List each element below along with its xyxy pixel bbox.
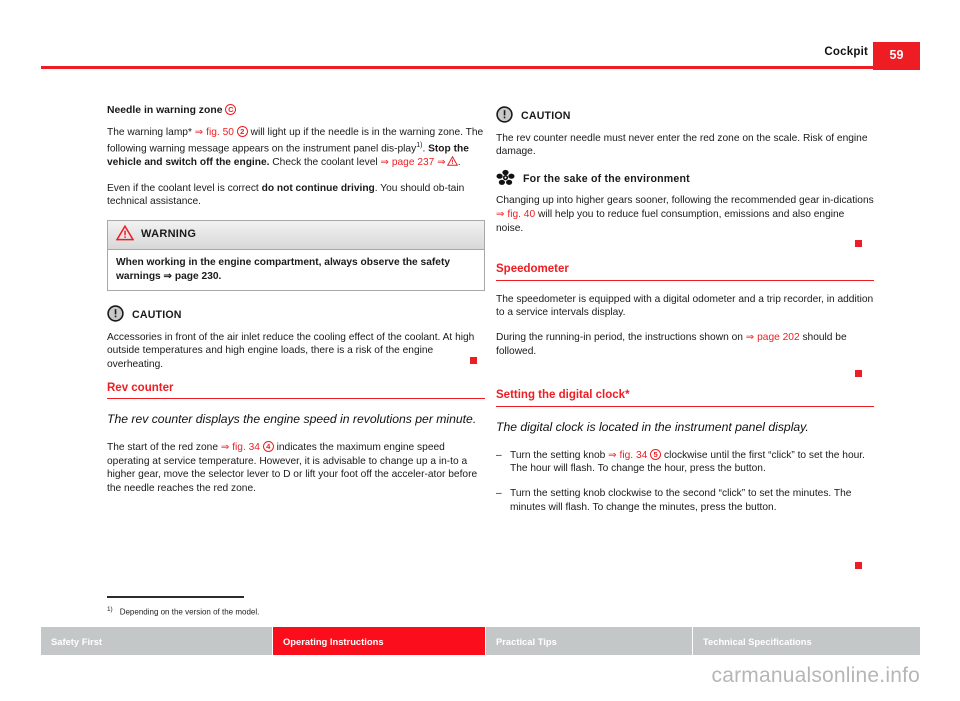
section-end-marker [470, 357, 477, 364]
warning-triangle-icon [446, 155, 458, 171]
environment-title: For the sake of the environment [523, 172, 690, 185]
para-text: The start of the red zone [107, 442, 221, 454]
caution-note-header: CAUTION [496, 106, 874, 128]
list-dash: – [496, 449, 502, 461]
page-header: Cockpit 59 [0, 0, 960, 72]
page-237-link[interactable]: ⇒ page 237 [380, 157, 434, 168]
warning-box-header: WARNING [108, 220, 484, 250]
para-text: Check the coolant level [269, 157, 381, 169]
callout-c-icon: C [225, 104, 237, 115]
arrow-glyph: ⇒ [434, 157, 446, 169]
footnote-text: Depending on the version of the model. [119, 607, 260, 617]
fig-50-link[interactable]: ⇒ fig. 50 [195, 127, 234, 138]
para-text: Turn the setting knob [510, 449, 609, 461]
warning-box: WARNING When working in the engine compa… [107, 219, 485, 292]
speedometer-paragraph-1: The speedometer is equipped with a digit… [496, 293, 874, 319]
para-text: . [457, 157, 461, 169]
caution-circle-icon [107, 305, 124, 327]
rev-counter-lead: The rev counter displays the engine spee… [107, 412, 477, 427]
page-title: Cockpit [824, 46, 868, 58]
warning-box-body: When working in the engine compartment, … [116, 256, 451, 282]
footnote-divider [107, 596, 244, 598]
list-item-text: Turn the setting knob ⇒ fig. 34 5 clockw… [510, 448, 874, 476]
list-item: – Turn the setting knob ⇒ fig. 34 5 cloc… [496, 448, 874, 476]
fig-40-link[interactable]: ⇒ fig. 40 [496, 209, 535, 220]
para-text: The warning lamp* [107, 126, 195, 138]
list-item-text: Turn the setting knob clockwise to the s… [510, 487, 852, 513]
page-number: 59 [889, 48, 904, 62]
section-end-marker [855, 370, 862, 377]
page-number-badge: 59 [873, 42, 920, 70]
list-item: – Turn the setting knob clockwise to the… [496, 487, 874, 514]
rev-counter-heading: Rev counter [107, 382, 485, 400]
fig-34-link[interactable]: ⇒ fig. 34 [221, 442, 260, 453]
digital-clock-lead: The digital clock is located in the inst… [496, 419, 809, 434]
environment-body: Changing up into higher gears sooner, fo… [496, 194, 874, 235]
warning-box-title: WARNING [141, 228, 197, 241]
footer-tab-technical-specifications[interactable]: Technical Specifications [693, 627, 920, 655]
footer-tab-label: Safety First [51, 635, 103, 647]
footer-tab-safety-first[interactable]: Safety First [41, 627, 273, 655]
left-column: Needle in warning zone C The warning lam… [107, 104, 485, 506]
callout-4-icon: 4 [262, 441, 274, 453]
para-text: Changing up into higher gears sooner, fo… [496, 195, 874, 207]
environment-note-header: For the sake of the environment [496, 169, 874, 191]
section-end-marker [855, 240, 862, 247]
right-column: CAUTION The rev counter needle must neve… [496, 104, 874, 525]
coolant-level-paragraph: Even if the coolant level is correct do … [107, 182, 485, 209]
caution-title: CAUTION [132, 309, 182, 322]
footer-tab-label: Practical Tips [496, 635, 557, 647]
footer-tab-label: Technical Specifications [703, 635, 812, 647]
callout-5-icon: 5 [650, 448, 662, 460]
caution-body: The rev counter needle must never enter … [496, 132, 868, 158]
section-end-marker [855, 562, 862, 569]
header-divider [41, 66, 920, 69]
needle-warning-subheading: Needle in warning zone C [107, 104, 485, 118]
footer-tab-bar: Safety First Operating Instructions Prac… [41, 627, 920, 655]
warning-triangle-icon [115, 224, 135, 246]
caution-circle-icon [496, 106, 513, 128]
footer-tab-practical-tips[interactable]: Practical Tips [486, 627, 693, 655]
footer-tab-operating-instructions[interactable]: Operating Instructions [273, 627, 486, 655]
subheading-text: Needle in warning zone [107, 105, 223, 116]
caution-note-header: CAUTION [107, 305, 485, 327]
needle-warning-paragraph: The warning lamp* ⇒ fig. 50 2 will light… [107, 125, 485, 171]
para-text: During the running-in period, the instru… [496, 331, 746, 343]
para-text: Even if the coolant level is correct [107, 182, 262, 194]
footnote-marker: 1) [107, 606, 113, 613]
flower-icon [496, 169, 515, 191]
footnote: 1) Depending on the version of the model. [107, 604, 259, 618]
caution-body: Accessories in front of the air inlet re… [107, 331, 475, 370]
speedometer-heading: Speedometer [496, 263, 874, 281]
callout-2-icon: 2 [236, 125, 248, 137]
page-202-link[interactable]: ⇒ page 202 [746, 332, 800, 343]
fig-34-link[interactable]: ⇒ fig. 34 [608, 450, 647, 461]
footer-tab-label: Operating Instructions [283, 635, 384, 647]
digital-clock-heading: Setting the digital clock* [496, 389, 874, 407]
watermark: carmanualsonline.info [711, 664, 920, 687]
para-text: will help you to reduce fuel consumption… [496, 208, 845, 234]
caution-title: CAUTION [521, 110, 571, 122]
speedometer-paragraph-2: During the running-in period, the instru… [496, 331, 874, 358]
list-dash: – [496, 487, 502, 499]
do-not-continue-bold: do not continue driving [261, 182, 375, 194]
rev-counter-paragraph: The start of the red zone ⇒ fig. 34 4 in… [107, 441, 485, 495]
